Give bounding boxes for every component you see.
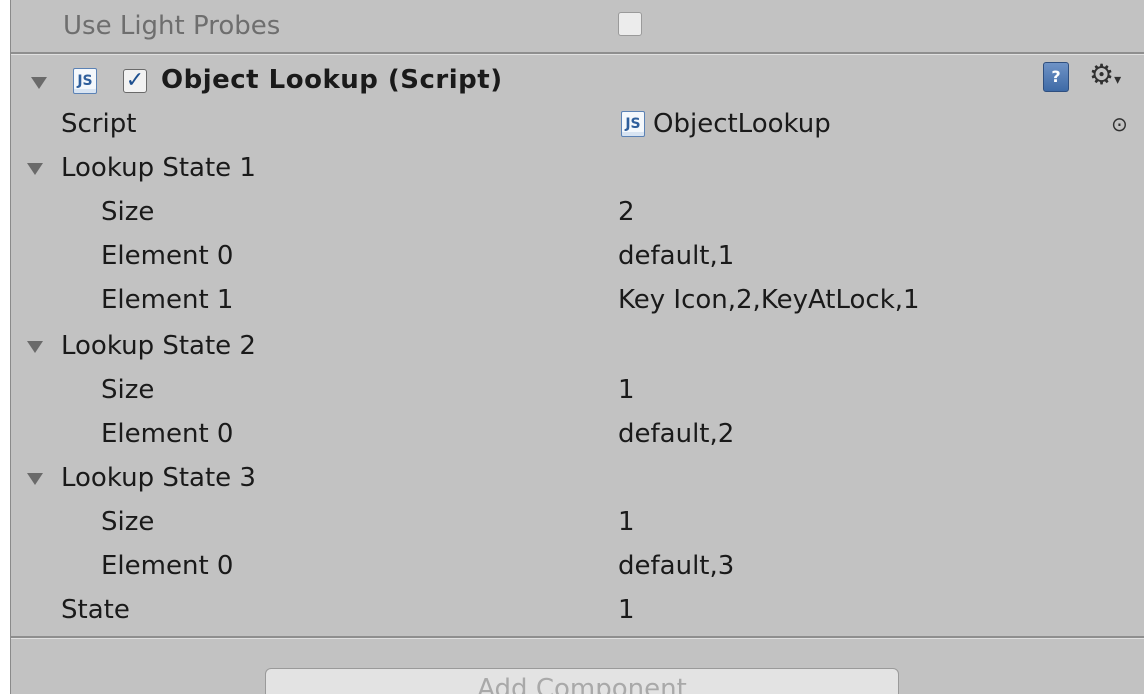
gear-dropdown-icon: ▾ — [1114, 72, 1122, 88]
element-field[interactable]: default,3 — [618, 544, 734, 588]
screenshot-frame: Use Light Probes JS ✓ Object Lookup (Scr… — [0, 0, 1144, 694]
size-field[interactable]: 1 — [618, 500, 635, 544]
lookup-state-1-element-1-row: Element 1 Key Icon,2,KeyAtLock,1 — [11, 278, 1144, 322]
lookup-state-3-size-row: Size 1 — [11, 500, 1144, 544]
script-field-value[interactable]: ObjectLookup — [653, 102, 831, 146]
size-field[interactable]: 2 — [618, 190, 635, 234]
lookup-state-1-element-0-row: Element 0 default,1 — [11, 234, 1144, 278]
size-field[interactable]: 1 — [618, 368, 635, 412]
use-light-probes-row: Use Light Probes — [11, 4, 1144, 48]
lookup-state-2-size-row: Size 1 — [11, 368, 1144, 412]
use-light-probes-label: Use Light Probes — [63, 11, 281, 41]
gear-glyph: ⚙ — [1089, 58, 1115, 91]
element-label: Element 1 — [101, 285, 234, 315]
checkmark-icon: ✓ — [125, 68, 145, 93]
use-light-probes-checkbox[interactable] — [618, 12, 642, 36]
lookup-state-3-element-0-row: Element 0 default,3 — [11, 544, 1144, 588]
object-picker-icon[interactable]: ⊙ — [1111, 112, 1128, 136]
gear-icon[interactable]: ⚙▾ — [1089, 58, 1121, 97]
component-foldout-icon[interactable] — [31, 77, 47, 89]
help-icon[interactable]: ? — [1043, 62, 1069, 92]
lookup-state-1-header[interactable]: Lookup State 1 — [11, 146, 1144, 190]
lookup-state-2-element-0-row: Element 0 default,2 — [11, 412, 1144, 456]
size-label: Size — [101, 197, 155, 227]
add-component-button[interactable]: Add Component — [265, 668, 899, 694]
component-enabled-checkbox[interactable]: ✓ — [123, 69, 147, 93]
bottom-divider-highlight — [11, 638, 1144, 639]
element-field[interactable]: default,2 — [618, 412, 734, 456]
lookup-state-1-foldout-icon[interactable] — [27, 163, 43, 175]
script-field-js-icon: JS — [621, 111, 645, 137]
state-label: State — [61, 595, 130, 625]
js-script-icon: JS — [73, 68, 97, 94]
element-field[interactable]: default,1 — [618, 234, 734, 278]
state-field[interactable]: 1 — [618, 588, 635, 632]
element-label: Element 0 — [101, 551, 234, 581]
lookup-state-2-header[interactable]: Lookup State 2 — [11, 324, 1144, 368]
component-divider-highlight — [11, 54, 1144, 55]
lookup-state-2-foldout-icon[interactable] — [27, 341, 43, 353]
state-row: State 1 — [11, 588, 1144, 632]
lookup-state-1-label: Lookup State 1 — [61, 153, 256, 183]
add-component-area: Add Component — [11, 640, 1144, 694]
script-label: Script — [61, 109, 137, 139]
component-title: Object Lookup (Script) — [161, 65, 503, 95]
script-row: Script JS ObjectLookup — [11, 102, 1144, 146]
lookup-state-3-label: Lookup State 3 — [61, 463, 256, 493]
size-label: Size — [101, 375, 155, 405]
lookup-state-3-foldout-icon[interactable] — [27, 473, 43, 485]
inspector-panel: Use Light Probes JS ✓ Object Lookup (Scr… — [10, 0, 1144, 694]
element-label: Element 0 — [101, 241, 234, 271]
element-label: Element 0 — [101, 419, 234, 449]
size-label: Size — [101, 507, 155, 537]
lookup-state-2-label: Lookup State 2 — [61, 331, 256, 361]
lookup-state-3-header[interactable]: Lookup State 3 — [11, 456, 1144, 500]
component-header[interactable]: JS ✓ Object Lookup (Script) — [11, 58, 1144, 106]
lookup-state-1-size-row: Size 2 — [11, 190, 1144, 234]
element-field[interactable]: Key Icon,2,KeyAtLock,1 — [618, 278, 920, 322]
